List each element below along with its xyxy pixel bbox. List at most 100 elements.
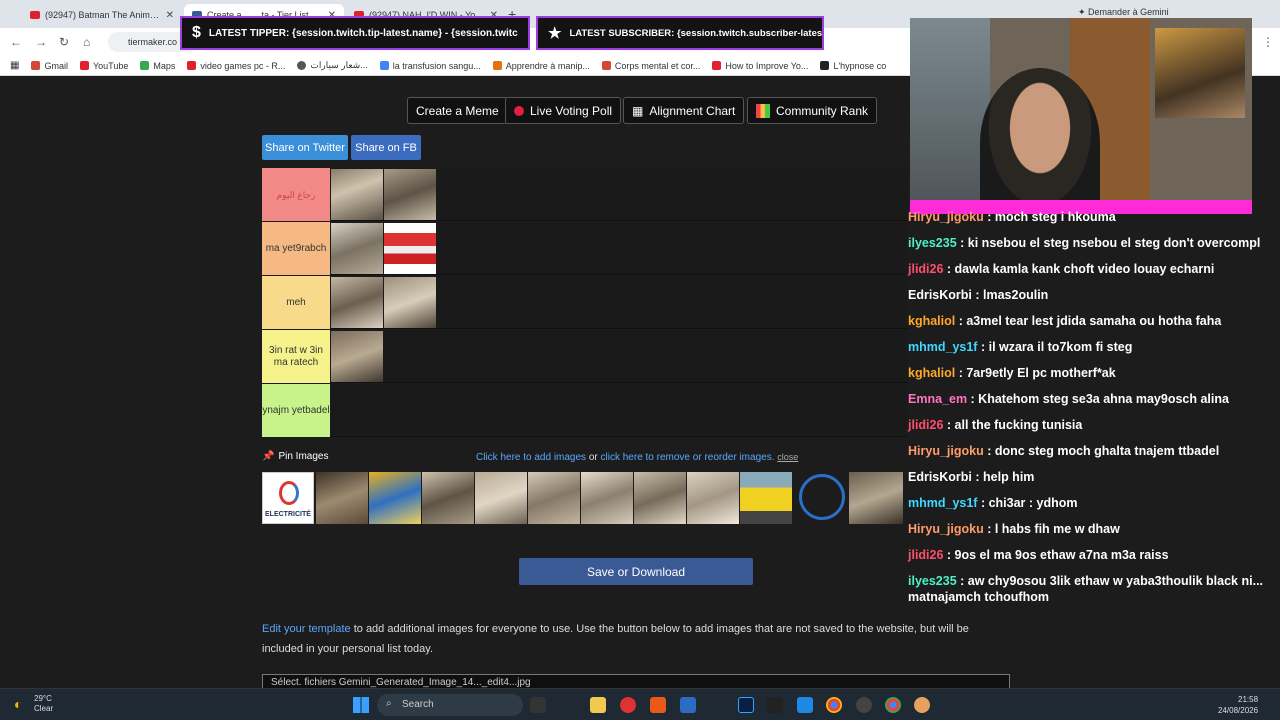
webcam-overlay bbox=[910, 18, 1252, 214]
pool-image[interactable] bbox=[849, 472, 903, 524]
tier-image[interactable] bbox=[384, 169, 436, 220]
pool-image[interactable] bbox=[796, 472, 848, 524]
close-icon[interactable]: ✕ bbox=[166, 10, 174, 21]
bookmark-maps[interactable]: Maps bbox=[140, 61, 175, 71]
clock[interactable]: 21:58 24/08/2026 bbox=[1218, 694, 1258, 716]
task-view-icon[interactable] bbox=[530, 697, 546, 713]
tier-label[interactable]: رجاع اليوم bbox=[262, 168, 330, 221]
edit-template-link[interactable]: Edit your template bbox=[262, 623, 351, 635]
pool-image[interactable] bbox=[316, 472, 368, 524]
tier-label[interactable]: 3in rat w 3in ma ratech bbox=[262, 330, 330, 383]
weather-widget[interactable]: 29°C Clear bbox=[34, 694, 53, 714]
gemini-button[interactable]: ✦ Demander à Gemini bbox=[1078, 7, 1169, 18]
record-dot-icon bbox=[514, 105, 524, 116]
tier-label[interactable]: ynajm yetbadel bbox=[262, 384, 330, 437]
tier-image[interactable] bbox=[384, 223, 436, 274]
bookmark-cars[interactable]: شعار سيارات... bbox=[297, 60, 368, 71]
add-images-link[interactable]: Click here to add images bbox=[476, 452, 586, 463]
chat-message: Hiryu_jigoku : l habs fih me w dhaw bbox=[908, 522, 1120, 536]
pool-image[interactable] bbox=[528, 472, 580, 524]
vscode-icon[interactable] bbox=[797, 697, 813, 713]
share-fb-button[interactable]: Share on FB bbox=[351, 135, 421, 160]
chat-message: matnajamch tchoufhom bbox=[908, 590, 1049, 604]
app-icon[interactable] bbox=[650, 697, 666, 713]
pool-image[interactable] bbox=[687, 472, 739, 524]
taskbar-search[interactable]: ⌕ Search bbox=[377, 694, 523, 716]
youtube-icon bbox=[79, 61, 89, 70]
bookmark-transfusion[interactable]: la transfusion sangu... bbox=[379, 61, 481, 71]
reload-icon[interactable]: ↻ bbox=[59, 35, 69, 49]
pool-image[interactable] bbox=[475, 472, 527, 524]
app-icon[interactable] bbox=[914, 697, 930, 713]
opera-icon[interactable] bbox=[620, 697, 636, 713]
create-meme-button[interactable]: Create a Meme bbox=[407, 97, 508, 124]
tier-image[interactable] bbox=[384, 277, 436, 328]
tier-image[interactable] bbox=[331, 169, 383, 220]
pool-image[interactable] bbox=[634, 472, 686, 524]
back-icon[interactable]: ← bbox=[10, 35, 22, 49]
remove-images-link[interactable]: click here to remove or reorder images. bbox=[601, 452, 775, 463]
chat-message: jlidi26 : all the fucking tunisia bbox=[908, 418, 1082, 432]
live-voting-poll-button[interactable]: Live Voting Poll bbox=[505, 97, 622, 124]
chat-message: ilyes235 : ki nsebou el steg nsebou el s… bbox=[908, 236, 1260, 250]
chat-username: ilyes235 bbox=[908, 574, 957, 588]
share-twitter-button[interactable]: Share on Twitter bbox=[262, 135, 348, 160]
chat-text: : l habs fih me w dhaw bbox=[983, 522, 1120, 536]
menu-icon[interactable]: ⋮ bbox=[1262, 35, 1274, 49]
pool-image[interactable] bbox=[740, 472, 792, 524]
home-icon[interactable]: ⌂ bbox=[83, 35, 90, 49]
apps-icon[interactable]: ▦ bbox=[10, 60, 19, 71]
forward-icon[interactable]: → bbox=[35, 35, 47, 49]
chat-username: Hiryu_jigoku bbox=[908, 444, 984, 458]
chat-text: : lmas2oulin bbox=[971, 288, 1049, 302]
chat-text: : all the fucking tunisia bbox=[943, 418, 1083, 432]
chat-text: matnajamch tchoufhom bbox=[908, 590, 1049, 604]
bookmark-hypnose[interactable]: L'hypnose co bbox=[820, 61, 886, 71]
save-download-button[interactable]: Save or Download bbox=[519, 558, 753, 585]
chrome-icon[interactable] bbox=[826, 697, 842, 713]
tier-row: ynajm yetbadel bbox=[262, 384, 908, 437]
chat-message: EdrisKorbi : help him bbox=[908, 470, 1034, 484]
pool-image[interactable]: ELECTRICITÉ bbox=[262, 472, 314, 524]
bookmark-gmail[interactable]: Gmail bbox=[31, 61, 68, 71]
pin-icon: 📌 bbox=[262, 451, 275, 462]
tab-batman[interactable]: (92947) Batman The Animated ✕ bbox=[22, 4, 182, 26]
bookmark-video-games[interactable]: video games pc - R... bbox=[187, 61, 285, 71]
chrome-icon[interactable] bbox=[885, 697, 901, 713]
pool-image[interactable] bbox=[581, 472, 633, 524]
bookmark-apprendre[interactable]: Apprendre à manip... bbox=[492, 61, 590, 71]
tier-row: 3in rat w 3in ma ratech bbox=[262, 330, 908, 383]
app-icon[interactable] bbox=[856, 697, 872, 713]
tier-image[interactable] bbox=[331, 331, 383, 382]
tier-label[interactable]: ma yet9rabch bbox=[262, 222, 330, 275]
google-icon bbox=[379, 61, 389, 70]
pool-image[interactable] bbox=[369, 472, 421, 524]
app-icon[interactable] bbox=[767, 697, 783, 713]
close-link[interactable]: close bbox=[777, 452, 798, 462]
store-icon[interactable] bbox=[680, 697, 696, 713]
tier-image[interactable] bbox=[331, 223, 383, 274]
youtube-icon bbox=[30, 11, 40, 19]
bookmark-corps[interactable]: Corps mental et cor... bbox=[601, 61, 700, 71]
windows-start-icon[interactable] bbox=[353, 697, 369, 713]
bookmark-improve[interactable]: How to Improve Yo... bbox=[712, 61, 808, 71]
chat-username: jlidi26 bbox=[908, 262, 944, 276]
chat-username: EdrisKorbi bbox=[908, 470, 972, 484]
gmail-icon bbox=[31, 61, 41, 70]
bookmark-youtube[interactable]: YouTube bbox=[79, 61, 128, 71]
file-explorer-icon[interactable] bbox=[590, 697, 606, 713]
poster-image bbox=[1155, 28, 1245, 118]
chat-username: mhmd_ys1f bbox=[908, 340, 978, 354]
add-images-line: Click here to add images or click here t… bbox=[476, 452, 799, 463]
alignment-chart-button[interactable]: ▦ Alignment Chart bbox=[623, 97, 745, 124]
chat-text: : ki nsebou el steg nsebou el steg don't… bbox=[956, 236, 1261, 250]
streamer-face bbox=[980, 68, 1100, 214]
community-rank-button[interactable]: Community Rank bbox=[747, 97, 878, 124]
chat-text: : 7ar9etly El pc motherf*ak bbox=[955, 366, 1116, 380]
pool-image[interactable] bbox=[422, 472, 474, 524]
tier-image[interactable] bbox=[331, 277, 383, 328]
photoshop-icon[interactable] bbox=[738, 697, 754, 713]
chat-message: kghaliol : 7ar9etly El pc motherf*ak bbox=[908, 366, 1116, 380]
pin-images-toggle[interactable]: 📌 Pin Images bbox=[262, 451, 328, 462]
tier-label[interactable]: meh bbox=[262, 276, 330, 329]
